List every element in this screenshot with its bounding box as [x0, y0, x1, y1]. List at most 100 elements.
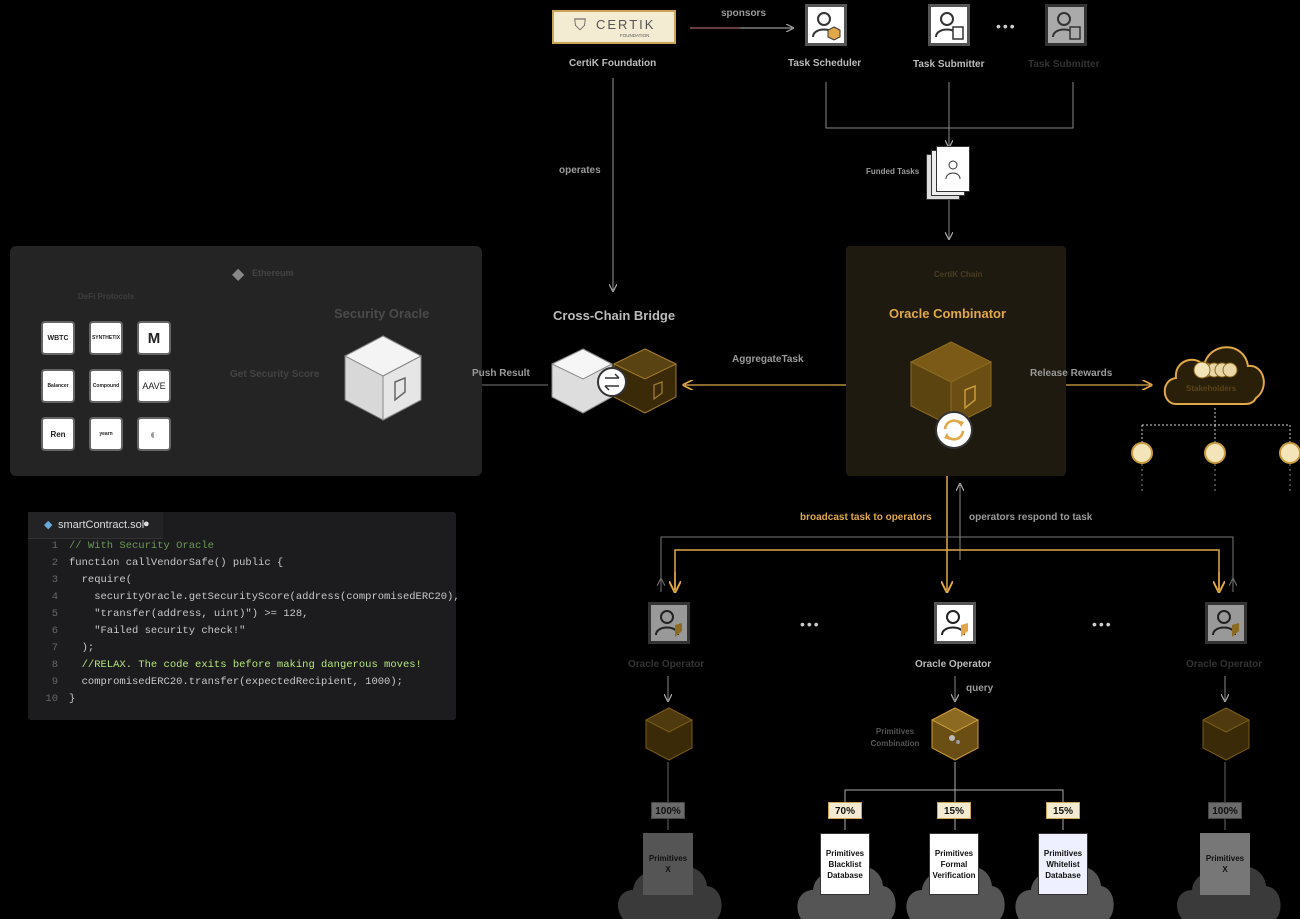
broadcast-label: broadcast task to operators — [800, 512, 932, 523]
logo-balancer-text: Balancer — [47, 383, 69, 389]
security-oracle-cube-icon — [343, 335, 423, 421]
ethereum-file-icon: ◆ — [44, 519, 53, 531]
ellipsis-icon: ••• — [996, 18, 1017, 34]
oracle-operator-right-label: Oracle Operator — [1186, 659, 1263, 670]
primitives-combination-label: Primitives Combination — [870, 727, 920, 748]
certik-shield-icon: ⛉ — [574, 17, 587, 34]
primitive-left-weight: 100% — [651, 802, 685, 819]
security-oracle-title: Security Oracle — [334, 306, 430, 321]
primitive-right-weight: 100% — [1208, 802, 1242, 819]
logo-wbtc: WBTC — [41, 321, 75, 355]
certik-foundation-label: CertiK Foundation — [569, 58, 657, 69]
line-number: 4 — [51, 591, 58, 603]
logo-balancer: Balancer — [41, 369, 75, 403]
line-number: 5 — [51, 608, 58, 620]
primitive-left-doc: Primitives X — [643, 833, 693, 895]
release-rewards-label: Release Rewards — [1030, 368, 1113, 379]
code-line: 2 function callVendorSafe() public { — [28, 557, 284, 574]
stakeholder-coin-icon — [1131, 442, 1153, 464]
sponsors-label: sponsors — [721, 8, 767, 19]
operator-left-cube-icon — [644, 707, 694, 761]
task-submitter-faded-label: Task Submitter — [1028, 59, 1100, 70]
operates-label: operates — [559, 165, 601, 176]
logo-synthetix-text: SYNTHETIX — [91, 335, 121, 341]
oracle-operator-left-icon — [648, 602, 690, 644]
line-number: 10 — [45, 693, 58, 705]
bridge-cubes-icon — [550, 348, 678, 414]
code-text: // With Security Oracle — [69, 540, 214, 552]
funded-tasks-label: Funded Tasks — [866, 167, 920, 176]
logo-aave: AAVE — [137, 369, 171, 403]
primitive-blacklist-weight: 70% — [828, 802, 862, 819]
ellipsis-icon: ••• — [800, 616, 821, 632]
task-submitter-faded-icon — [1045, 4, 1087, 46]
operator-right-cube-icon — [1201, 707, 1251, 761]
code-line: 8 //RELAX. The code exits before making … — [28, 659, 422, 676]
oracle-combinator-title: Oracle Combinator — [889, 306, 1007, 321]
code-text: compromisedERC20.transfer(expectedRecipi… — [69, 676, 403, 688]
logo-ren: Ren — [41, 417, 75, 451]
logo-yearn-text: yearn — [99, 431, 113, 437]
logo-ren-text: Ren — [50, 429, 66, 439]
line-number: 9 — [51, 676, 58, 688]
code-text: "Failed security check!" — [69, 625, 246, 637]
code-text: //RELAX. The code exits before making da… — [69, 659, 422, 671]
code-text: "transfer(address, uint)") >= 128, — [69, 608, 309, 620]
code-text: securityOracle.getSecurityScore(address(… — [69, 591, 460, 603]
code-file-tab[interactable]: ◆ smartContract.sol ● — [28, 512, 163, 539]
code-text: } — [69, 693, 76, 705]
code-line: 10} — [28, 693, 75, 710]
logo-compound: Compound — [89, 369, 123, 403]
respond-label: operators respond to task — [969, 512, 1093, 523]
certik-logo-text: CERTIK — [596, 17, 656, 32]
logo-compound-text: Compound — [92, 383, 120, 389]
logo-synthetix: SYNTHETIX — [89, 321, 123, 355]
code-line: 5 "transfer(address, uint)") >= 128, — [28, 608, 309, 625]
code-line: 4 securityOracle.getSecurityScore(addres… — [28, 591, 460, 608]
line-number: 3 — [51, 574, 58, 586]
code-filename: smartContract.sol — [58, 519, 145, 531]
task-scheduler-label: Task Scheduler — [788, 58, 862, 69]
network-label: Ethereum — [252, 268, 294, 278]
code-text: require( — [69, 574, 133, 586]
oracle-operator-right-icon — [1205, 602, 1247, 644]
certik-logo-subtext: FOUNDATION — [620, 33, 650, 38]
primitive-formal-doc: Primitives Formal Verification — [929, 833, 979, 895]
stakeholder-coin-icon — [1204, 442, 1226, 464]
logo-maker-text: M — [147, 329, 161, 347]
task-submitter-icon — [928, 4, 970, 46]
line-number: 6 — [51, 625, 58, 637]
code-line: 3 require( — [28, 574, 132, 591]
aggregate-task-label: AggregateTask — [732, 354, 804, 365]
operator-mid-cube-icon — [930, 707, 980, 761]
primitive-formal-weight: 15% — [937, 802, 971, 819]
stakeholders-cloud-icon — [1163, 346, 1265, 405]
oracle-operator-left-label: Oracle Operator — [628, 659, 705, 670]
defi-protocols-label: DeFi Protocols — [78, 292, 135, 301]
code-text: ); — [69, 642, 95, 654]
sync-icon — [935, 411, 973, 449]
ellipsis-icon: ••• — [1092, 616, 1113, 632]
line-number: 2 — [51, 557, 58, 569]
logo-yearn: yearn — [89, 417, 123, 451]
oracle-operator-mid-icon — [934, 602, 976, 644]
line-number: 7 — [51, 642, 58, 654]
oracle-operator-mid-label: Oracle Operator — [915, 659, 992, 670]
code-line: 9 compromisedERC20.transfer(expectedReci… — [28, 676, 403, 693]
push-result-label: Push Result — [472, 368, 530, 379]
stakeholder-coin-icon — [1279, 442, 1300, 464]
logo-unknown-glyph: ◐ — [149, 426, 159, 442]
certik-foundation-logo: ⛉ CERTIK FOUNDATION — [552, 10, 676, 44]
line-number: 1 — [51, 540, 58, 552]
funded-tasks-docs-icon — [926, 146, 970, 202]
ethereum-icon: ◆ — [232, 266, 245, 283]
code-text: function callVendorSafe() public { — [69, 557, 284, 569]
primitive-blacklist-doc: Primitives Blacklist Database — [820, 833, 870, 895]
logo-aave-text: AAVE — [142, 381, 166, 391]
code-line: 1 // With Security Oracle — [28, 540, 214, 557]
primitive-whitelist-doc: Primitives Whitelist Database — [1038, 833, 1088, 895]
query-label: query — [966, 683, 994, 694]
code-line: 6 "Failed security check!" — [28, 625, 246, 642]
unsaved-dot-icon: ● — [143, 518, 150, 530]
logo-wbtc-text: WBTC — [47, 334, 69, 342]
